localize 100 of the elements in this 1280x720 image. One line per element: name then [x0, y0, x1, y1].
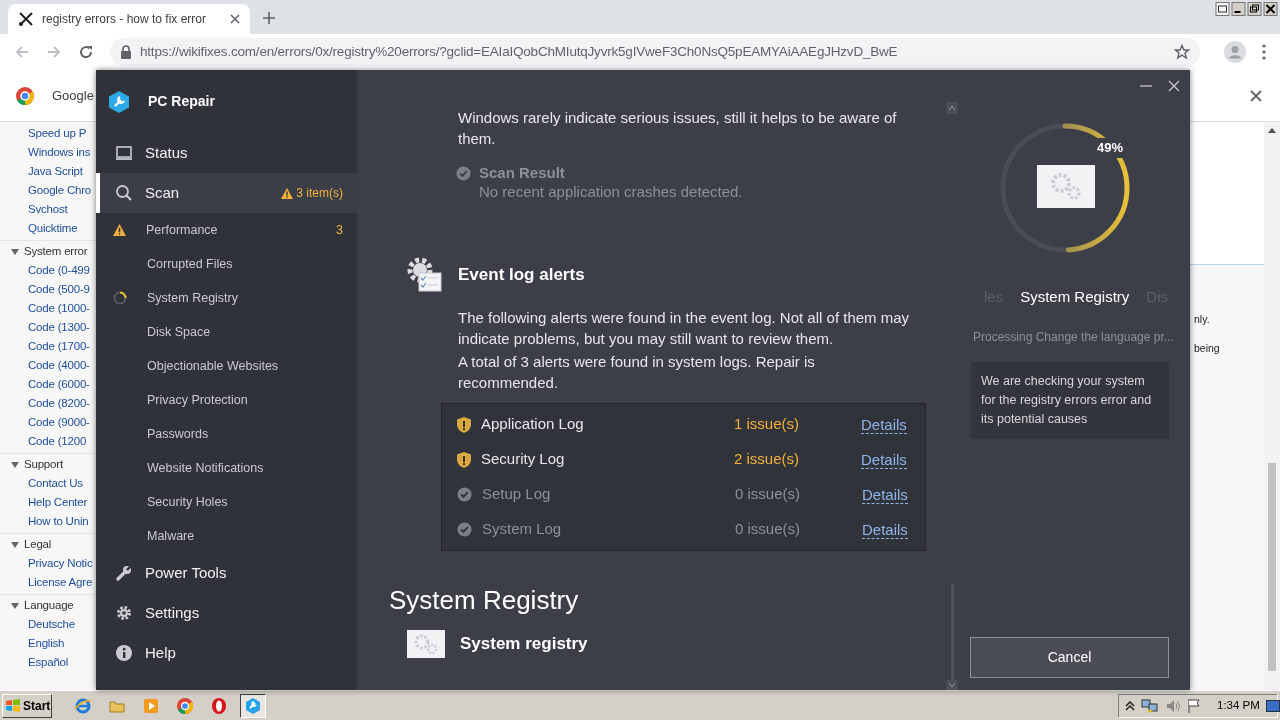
page-link[interactable]: Español — [28, 656, 69, 668]
page-link[interactable]: Windows ins — [28, 146, 91, 158]
issue-count: 0 issue(s) — [735, 519, 802, 540]
sidebar-item[interactable]: Scan 3 item(s) — [96, 173, 357, 213]
details-link[interactable]: Details — [862, 485, 908, 504]
reload-icon[interactable] — [78, 44, 94, 60]
warning-count: 3 item(s) — [281, 184, 343, 202]
window-mode-button[interactable] — [1215, 2, 1230, 16]
page-link[interactable]: How to Unin — [28, 515, 89, 527]
page-link[interactable]: Google Chro — [28, 184, 91, 196]
caret-down-icon[interactable] — [10, 459, 20, 470]
page-link[interactable]: Speed up P — [28, 127, 87, 139]
page-link[interactable]: Svchost — [28, 203, 68, 215]
page-link[interactable]: License Agre — [28, 576, 93, 588]
caret-down-icon[interactable] — [10, 539, 20, 550]
caret-down-icon[interactable] — [10, 246, 20, 257]
page-link[interactable]: Code (8200- — [28, 397, 90, 409]
group-heading[interactable]: Language — [24, 596, 74, 615]
section-heading: System Registry — [389, 584, 580, 616]
group-heading[interactable]: Legal — [24, 535, 52, 554]
details-link[interactable]: Details — [861, 415, 907, 434]
details-link[interactable]: Details — [862, 520, 908, 539]
page-link[interactable]: Code (1000- — [28, 302, 90, 314]
flag-icon[interactable] — [1187, 697, 1201, 714]
show-desktop-icon[interactable] — [1265, 699, 1280, 712]
sidebar-subitem[interactable]: Objectionable Websites — [96, 349, 357, 383]
sidebar-subitem[interactable]: Privacy Protection — [96, 383, 357, 417]
scrollbar[interactable] — [946, 102, 958, 690]
star-icon[interactable] — [1174, 44, 1190, 60]
page-link[interactable]: Code (9000- — [28, 416, 90, 428]
issue-count: 0 issue(s) — [735, 484, 802, 505]
sidebar-subitem[interactable]: Passwords — [96, 417, 357, 451]
browser-tab[interactable]: registry errors - how to fix error — [8, 4, 250, 34]
page-link[interactable]: Code (6000- — [28, 378, 90, 390]
taskbar-button[interactable] — [240, 693, 266, 718]
menu-icon[interactable] — [1262, 44, 1266, 60]
close-button[interactable] — [1263, 2, 1278, 16]
page-link[interactable]: Deutsche — [28, 618, 75, 630]
restore-button[interactable] — [1247, 2, 1262, 16]
cancel-button[interactable]: Cancel — [970, 637, 1169, 678]
issue-count: 1 issue(s) — [734, 414, 801, 435]
sidebar-subitem[interactable]: Corrupted Files — [96, 247, 357, 281]
log-name: Application Log — [481, 414, 585, 435]
page-link[interactable]: Java Script — [28, 165, 83, 177]
app-logo-icon — [108, 90, 130, 113]
caret-down-icon[interactable] — [10, 600, 20, 611]
sidebar-item[interactable]: Help — [96, 633, 357, 673]
close-icon[interactable] — [1250, 89, 1262, 102]
gear-icon — [115, 604, 133, 622]
log-name: Setup Log — [482, 484, 552, 505]
new-tab-icon[interactable] — [262, 11, 276, 25]
page-link[interactable]: Code (1200 — [28, 435, 87, 447]
sidebar-subitem[interactable]: Performance 3 — [96, 213, 357, 247]
page-link[interactable]: Contact Us — [28, 477, 83, 489]
clock: 1:34 PM — [1217, 697, 1260, 713]
sidebar-subitem[interactable]: Malware — [96, 519, 357, 553]
page-link[interactable]: Help Center — [28, 496, 88, 508]
check-circle-icon — [456, 166, 471, 181]
processing-text: Processing Change the language pr... — [973, 328, 1175, 346]
page-link[interactable]: Code (1300- — [28, 321, 90, 333]
close-icon[interactable] — [230, 14, 240, 24]
sidebar-subitem[interactable]: System Registry — [96, 281, 357, 315]
page-link[interactable]: Code (500-9 — [28, 283, 90, 295]
network-icon[interactable] — [1141, 697, 1159, 714]
monitor-icon — [115, 144, 133, 162]
start-button[interactable]: Start — [2, 693, 52, 718]
result-text: No recent application crashes detected. — [479, 182, 743, 201]
description-text: The following alerts were found in the event log. Not all of them may indicate problems, but you may still want to review them. — [458, 308, 911, 349]
profile-icon[interactable] — [1224, 41, 1246, 63]
address-field[interactable]: https://wikifixes.com/en/errors/0x/registry%20errors/?gclid=EAIaIQobChMIutqJyvrk5gIVweF3Ch0NsQ5pEAMYAiAAEgJHzvD_BwE — [110, 38, 1200, 66]
gears-icon — [407, 630, 445, 658]
sidebar-item[interactable]: Settings — [96, 593, 357, 633]
gear-checklist-icon — [407, 257, 443, 293]
shield-wrench-icon — [244, 696, 262, 715]
page-link[interactable]: Code (0-499 — [28, 264, 90, 276]
sidebar-subitem[interactable]: Website Notifications — [96, 451, 357, 485]
app-title: PC Repair — [148, 92, 215, 111]
scissors-icon — [18, 11, 34, 27]
sidebar-subitem[interactable]: Security Holes — [96, 485, 357, 519]
sidebar-item[interactable]: Power Tools — [96, 553, 357, 593]
page-link[interactable]: Privacy Notic — [28, 557, 93, 569]
page-text: being — [1194, 341, 1220, 354]
description-text: Windows rarely indicate serious issues, still it helps to be aware of them. — [458, 108, 898, 149]
scroll-thumb[interactable] — [1268, 463, 1276, 671]
page-link[interactable]: Quicktime — [28, 222, 78, 234]
scrollbar[interactable] — [1264, 122, 1280, 690]
sidebar-item[interactable]: Status — [96, 133, 357, 173]
page-link[interactable]: Code (4000- — [28, 359, 90, 371]
minimize-button[interactable] — [1231, 2, 1246, 16]
sidebar-subitem[interactable]: Disk Space — [96, 315, 357, 349]
page-link[interactable]: English — [28, 637, 65, 649]
group-heading[interactable]: Support — [24, 455, 63, 474]
details-link[interactable]: Details — [861, 450, 907, 469]
chevron-up-icon[interactable] — [1125, 700, 1135, 711]
group-heading[interactable]: System error — [24, 242, 88, 261]
page-link[interactable]: Code (1700- — [28, 340, 90, 352]
page-text: nly. — [1194, 313, 1210, 325]
warning-icon — [281, 187, 294, 199]
carousel-step: System Registry — [1020, 286, 1130, 309]
arrow-down-icon — [949, 683, 955, 687]
